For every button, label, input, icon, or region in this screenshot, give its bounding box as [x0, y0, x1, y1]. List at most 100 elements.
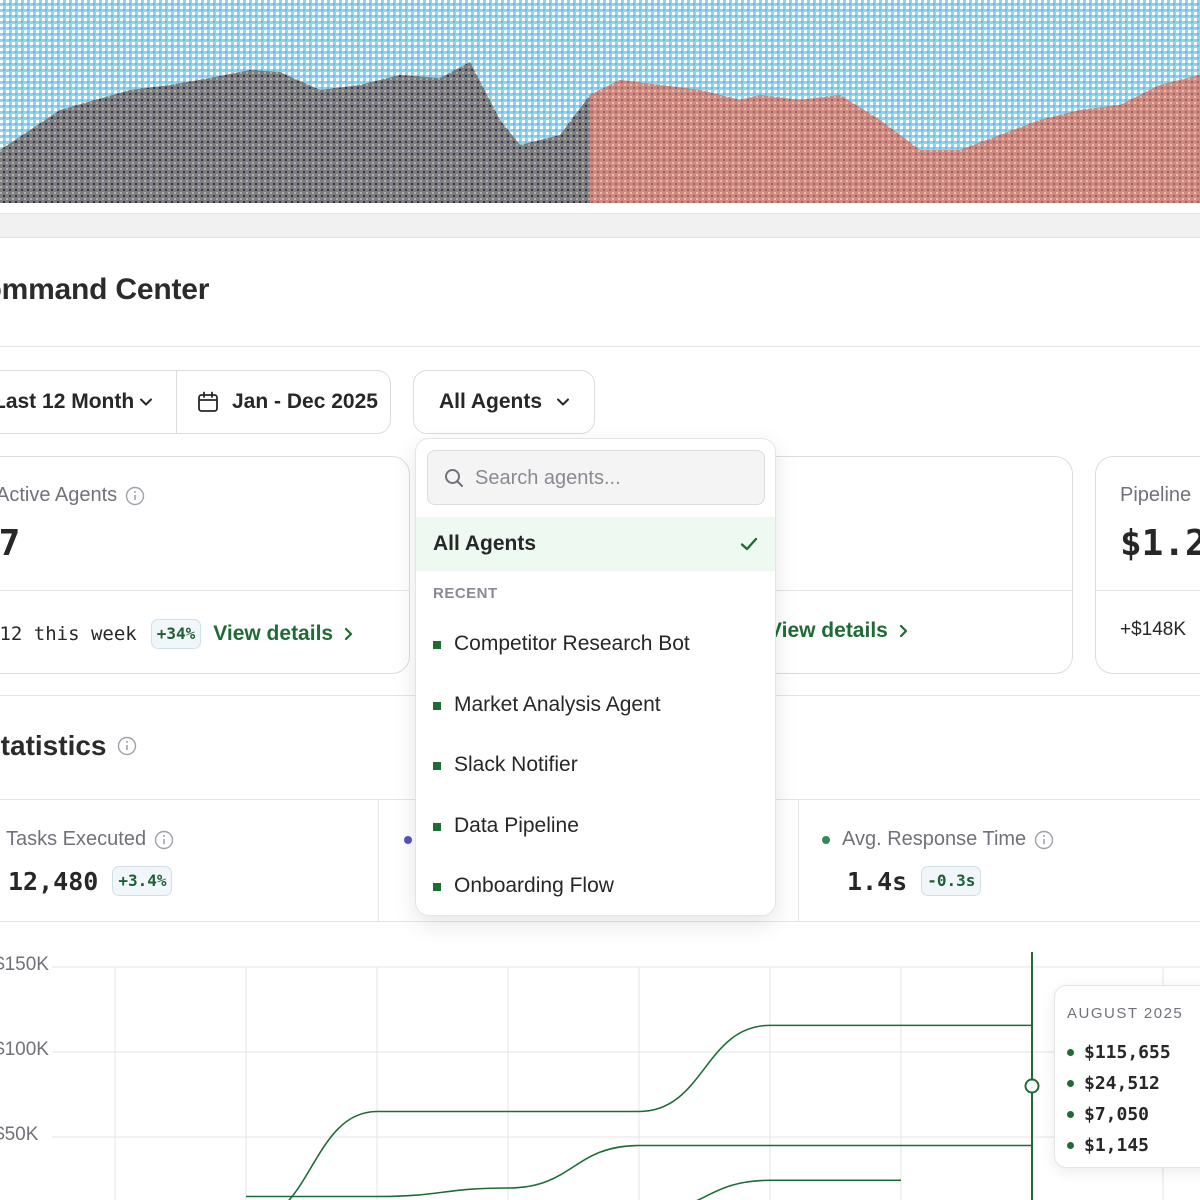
tooltip-value: $24,512 [1084, 1073, 1160, 1094]
tooltip-value: $1,145 [1084, 1135, 1150, 1156]
dropdown-option-agent[interactable]: Data Pipeline [416, 801, 775, 857]
card-divider [741, 590, 1072, 591]
agent-select-label: All Agents [439, 390, 543, 413]
option-label: Market Analysis Agent [454, 693, 661, 716]
title-divider [0, 346, 1200, 347]
chart-plot-area [52, 952, 1200, 1200]
period-select[interactable]: Last 12 Month [0, 371, 177, 433]
dropdown-option-agent[interactable]: Competitor Research Bot [416, 619, 775, 675]
agent-square-icon [433, 762, 441, 770]
hover-marker [1024, 1078, 1040, 1094]
stat-label: Avg. Response Time [822, 828, 1054, 851]
stat-number: 1.4s [847, 866, 908, 896]
stat-value: 12,480 +3.4% [8, 866, 173, 896]
tooltip-row: $24,512 [1067, 1073, 1160, 1094]
series-dot-icon [1067, 1049, 1074, 1056]
date-range-picker[interactable]: Jan - Dec 2025 [177, 371, 391, 433]
kpi-footer: View details [768, 619, 910, 643]
calendar-icon [198, 391, 218, 412]
series-dot-icon [822, 835, 830, 844]
dropdown-option-agent[interactable]: Slack Notifier [416, 740, 775, 796]
series-dot-icon [1067, 1142, 1074, 1149]
card-divider [0, 590, 409, 591]
stat-number: 12,480 [8, 866, 99, 896]
header-banner-image [0, 0, 1200, 203]
y-tick-label: $100K [0, 1039, 49, 1060]
info-icon[interactable] [125, 486, 145, 506]
agent-search-box [427, 450, 765, 505]
dropdown-option-all-agents[interactable]: All Agents [416, 517, 775, 571]
stat-avg-response-time: Avg. Response Time 1.4s -0.3s [798, 800, 1200, 921]
chevron-right-icon [899, 624, 907, 638]
agent-square-icon [433, 823, 441, 831]
chart-tooltip: AUGUST 2025 $115,655 $24,512 $7,050 $1,1… [1054, 985, 1200, 1168]
chevron-right-icon [344, 627, 353, 641]
option-label: Competitor Research Bot [454, 632, 690, 655]
dropdown-option-agent[interactable]: Onboarding Flow [416, 861, 775, 915]
kpi-footer-text: +$148K [1120, 619, 1187, 640]
date-range-label: Jan - Dec 2025 [232, 390, 378, 413]
tooltip-row: $115,655 [1067, 1042, 1171, 1063]
info-icon[interactable] [154, 830, 174, 850]
view-details-link[interactable]: View details [768, 619, 910, 643]
view-details-link[interactable]: View details [213, 622, 355, 646]
kpi-footer: +$148K [1120, 619, 1186, 641]
tooltip-title: AUGUST 2025 [1067, 1005, 1184, 1022]
agent-select[interactable]: All Agents [413, 370, 595, 434]
agent-square-icon [433, 883, 441, 891]
filter-group: Last 12 Month Jan - Dec 2025 [0, 370, 391, 434]
kpi-label-text: Active Agents [0, 484, 118, 506]
dropdown-option-agent[interactable]: Market Analysis Agent [416, 680, 775, 736]
tooltip-row: $1,145 [1067, 1135, 1149, 1156]
y-tick-label: $50K [0, 1124, 39, 1145]
statistics-title-text: Statistics [0, 730, 107, 761]
change-badge: +3.4% [112, 866, 173, 896]
tooltip-value: $115,655 [1084, 1042, 1171, 1063]
kpi-footer-text: +12 this week [0, 623, 137, 645]
info-icon[interactable] [1034, 830, 1054, 850]
tooltip-value: $7,050 [1084, 1104, 1150, 1125]
kpi-card-2: View details [740, 456, 1073, 674]
stat-label-text: Avg. Response Time [842, 828, 1027, 850]
statistics-title: Statistics [0, 730, 137, 762]
banner-separator [0, 213, 1200, 238]
check-icon [740, 537, 758, 551]
change-badge: -0.3s [921, 866, 982, 896]
kpi-label: Pipeline [1120, 484, 1191, 507]
series-dot-icon [404, 836, 412, 844]
agent-square-icon [433, 641, 441, 649]
stat-label-text: Tasks Executed [6, 828, 147, 850]
stats-bottom-divider [0, 921, 1200, 922]
agent-search-input[interactable] [475, 461, 755, 495]
series-dot-icon [1067, 1111, 1074, 1118]
option-label: Slack Notifier [454, 753, 578, 776]
tooltip-row: $7,050 [1067, 1104, 1149, 1125]
kpi-card-active-agents: Active Agents 47 +12 this week +34% View… [0, 456, 410, 674]
kpi-label-text: Pipeline [1120, 484, 1192, 506]
kpi-card-pipeline: Pipeline $1.2 +$148K [1095, 456, 1200, 674]
agent-dropdown-menu: All Agents RECENT Competitor Research Bo… [415, 438, 776, 916]
info-icon[interactable] [117, 736, 137, 756]
period-select-label: Last 12 Month [0, 390, 135, 413]
card-divider [1096, 590, 1200, 591]
page-title: Command Center [0, 273, 210, 306]
revenue-line-chart: $150K $100K $50K [0, 940, 1200, 1200]
kpi-value: 47 [0, 523, 21, 564]
option-label: All Agents [433, 532, 537, 555]
view-details-label: View details [768, 619, 888, 642]
view-details-label: View details [213, 622, 334, 645]
stat-tasks-executed: Tasks Executed 12,480 +3.4% [0, 800, 378, 921]
chevron-down-icon [140, 398, 152, 406]
option-label: Onboarding Flow [454, 874, 614, 897]
y-tick-label: $150K [0, 954, 49, 975]
kpi-footer: +12 this week +34% View details [0, 619, 355, 649]
series-dot-icon [1067, 1080, 1074, 1087]
chevron-down-icon [557, 398, 569, 406]
stat-label: Tasks Executed [6, 828, 174, 851]
agent-square-icon [433, 702, 441, 710]
option-label: Data Pipeline [454, 814, 579, 837]
kpi-label: Active Agents [0, 484, 145, 507]
change-badge: +34% [150, 619, 202, 649]
recent-section-header: RECENT [433, 585, 498, 602]
kpi-value: $1.2 [1120, 523, 1200, 564]
